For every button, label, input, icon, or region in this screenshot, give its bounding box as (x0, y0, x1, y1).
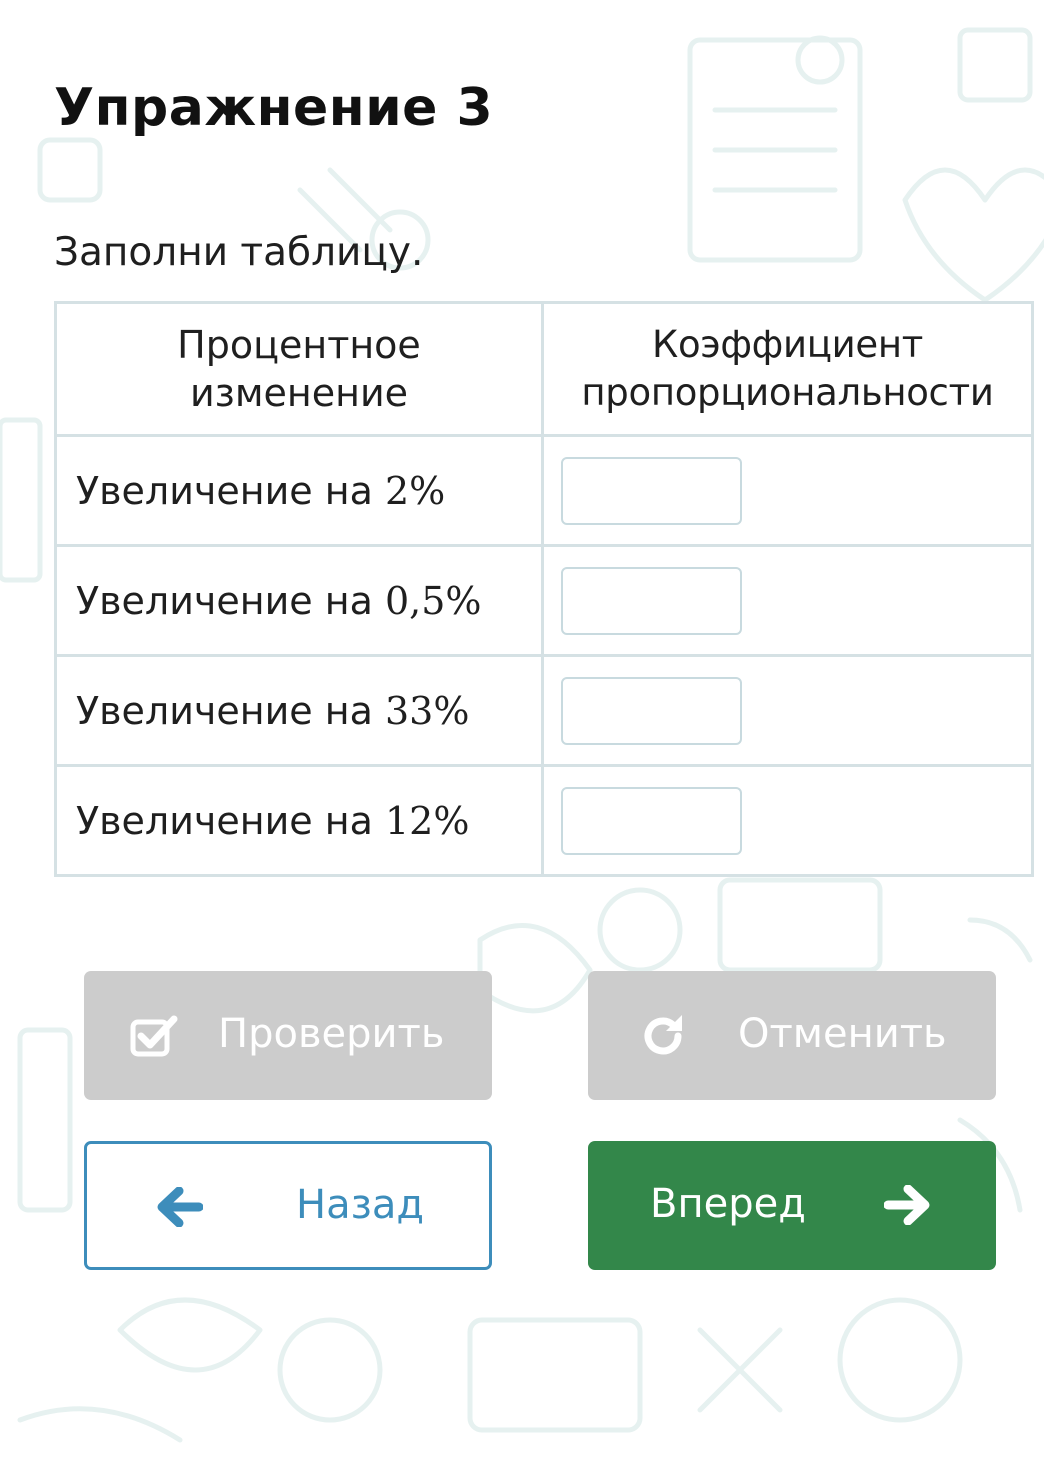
check-button-label: Проверить (218, 1011, 445, 1057)
redo-icon (640, 1013, 686, 1069)
row-label-prefix: Увеличение на (76, 688, 385, 733)
exercise-table: Процентное изменение Коэффициент пропорц… (54, 301, 1034, 877)
row-percent-value: 0,5% (384, 578, 482, 623)
answer-input-1[interactable] (561, 456, 742, 525)
row-percent-value: 33% (384, 688, 470, 733)
back-button[interactable]: Назад (84, 1141, 492, 1270)
answer-input-2[interactable] (561, 566, 742, 635)
table-row: Увеличение на 2% (54, 434, 1034, 547)
exercise-title: Упражнение 3 (54, 78, 494, 138)
answer-input-3[interactable] (561, 676, 742, 745)
row-answer-cell (541, 654, 1034, 767)
row-label-prefix: Увеличение на (76, 578, 385, 623)
row-percent-value: 12% (384, 798, 470, 843)
row-label-cell: Увеличение на 12% (54, 764, 544, 877)
header-percent-change: Процентное изменение (54, 301, 544, 437)
row-answer-cell (541, 764, 1034, 877)
table-row: Увеличение на 33% (54, 654, 1034, 767)
table-header-row: Процентное изменение Коэффициент пропорц… (54, 301, 1034, 437)
checkbox-check-icon (130, 1014, 178, 1068)
exercise-table-container: Процентное изменение Коэффициент пропорц… (54, 301, 1034, 877)
row-label: Увеличение на 12% (57, 799, 541, 843)
table-row: Увеличение на 0,5% (54, 544, 1034, 657)
row-label: Увеличение на 2% (57, 469, 541, 513)
back-button-label: Назад (296, 1182, 425, 1228)
row-label-cell: Увеличение на 2% (54, 434, 544, 547)
row-answer-cell (541, 434, 1034, 547)
exercise-page: Упражнение 3 Заполни таблицу. Процентное… (0, 0, 1044, 1474)
row-label-cell: Увеличение на 33% (54, 654, 544, 767)
arrow-right-icon (883, 1184, 930, 1235)
header-coefficient-label: Коэффициент пропорциональности (581, 323, 994, 414)
row-label-prefix: Увеличение на (76, 468, 385, 513)
header-percent-change-label: Процентное изменение (177, 323, 421, 415)
table-row: Увеличение на 12% (54, 764, 1034, 877)
row-percent-value: 2% (384, 468, 446, 513)
header-coefficient: Коэффициент пропорциональности (541, 301, 1034, 437)
answer-input-4[interactable] (561, 786, 742, 855)
reset-button-label: Отменить (738, 1011, 947, 1057)
check-button[interactable]: Проверить (84, 971, 492, 1100)
row-label: Увеличение на 0,5% (57, 579, 541, 623)
row-label: Увеличение на 33% (57, 689, 541, 733)
row-label-prefix: Увеличение на (76, 798, 385, 843)
row-label-cell: Увеличение на 0,5% (54, 544, 544, 657)
next-button-label: Вперед (650, 1181, 806, 1227)
row-answer-cell (541, 544, 1034, 657)
next-button[interactable]: Вперед (588, 1141, 996, 1270)
exercise-instruction: Заполни таблицу. (54, 230, 424, 275)
reset-button[interactable]: Отменить (588, 971, 996, 1100)
arrow-left-icon (157, 1186, 204, 1237)
